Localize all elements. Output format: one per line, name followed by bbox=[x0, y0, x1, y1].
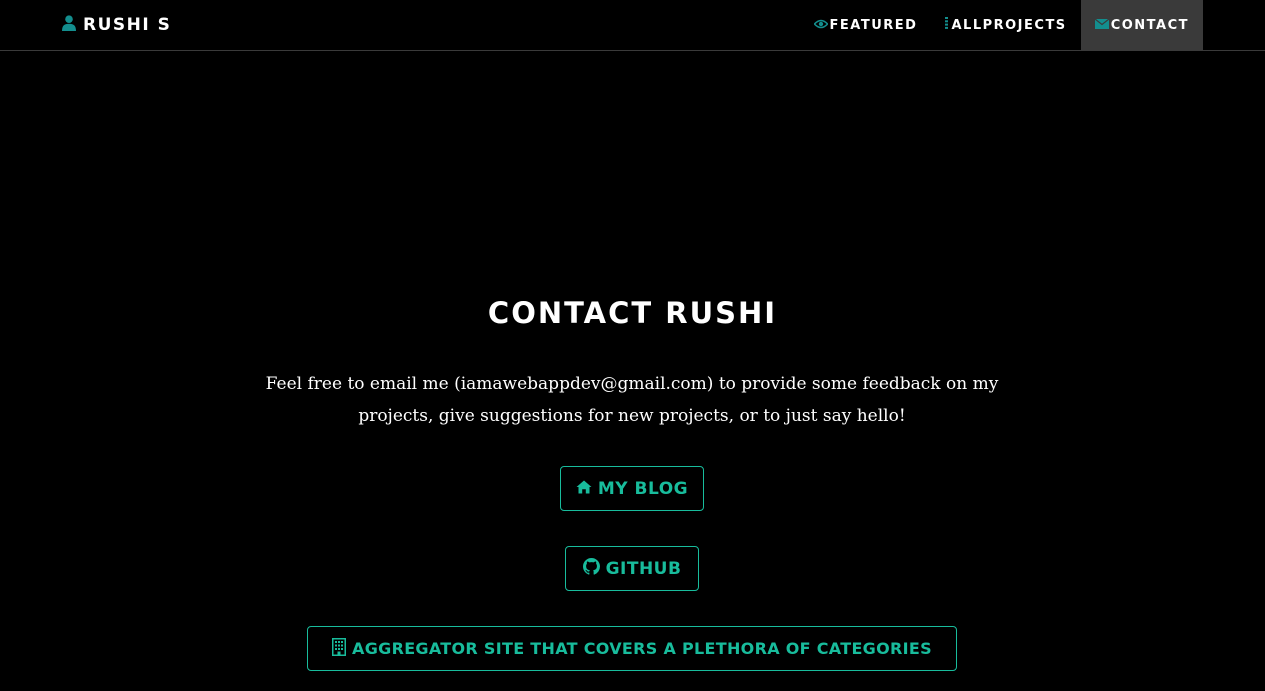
home-icon bbox=[576, 479, 592, 499]
github-icon bbox=[582, 557, 600, 580]
nav-allprojects-label: ALLPROJECTS bbox=[951, 17, 1067, 33]
my-blog-button[interactable]: MY BLOG bbox=[560, 466, 704, 511]
brand-name: RUSHI S bbox=[83, 15, 172, 35]
nav-allprojects[interactable]: ALLPROJECTS bbox=[931, 0, 1080, 50]
navbar: RUSHI S FEATURED ALLPROJECTS CONTACT bbox=[0, 0, 1265, 51]
aggregator-site-button[interactable]: AGGREGATOR SITE THAT COVERS A PLETHORA O… bbox=[307, 626, 957, 671]
eye-icon bbox=[813, 18, 830, 33]
github-label: GITHUB bbox=[605, 558, 682, 579]
nav-featured[interactable]: FEATURED bbox=[800, 0, 932, 50]
page-title: CONTACT RUSHI bbox=[487, 296, 778, 330]
main-nav: FEATURED ALLPROJECTS CONTACT bbox=[800, 0, 1203, 50]
my-blog-label: MY BLOG bbox=[597, 478, 689, 499]
brand-link[interactable]: RUSHI S bbox=[62, 0, 171, 50]
contact-description: Feel free to email me (iamawebappdev@gma… bbox=[265, 374, 999, 426]
nav-contact-label: CONTACT bbox=[1110, 17, 1189, 33]
user-icon bbox=[62, 14, 76, 36]
building-icon bbox=[332, 637, 347, 660]
github-button[interactable]: GITHUB bbox=[565, 546, 699, 591]
envelope-icon bbox=[1094, 18, 1111, 33]
nav-featured-label: FEATURED bbox=[829, 17, 918, 33]
aggregator-site-label: AGGREGATOR SITE THAT COVERS A PLETHORA O… bbox=[352, 639, 932, 658]
nav-contact[interactable]: CONTACT bbox=[1080, 0, 1203, 50]
